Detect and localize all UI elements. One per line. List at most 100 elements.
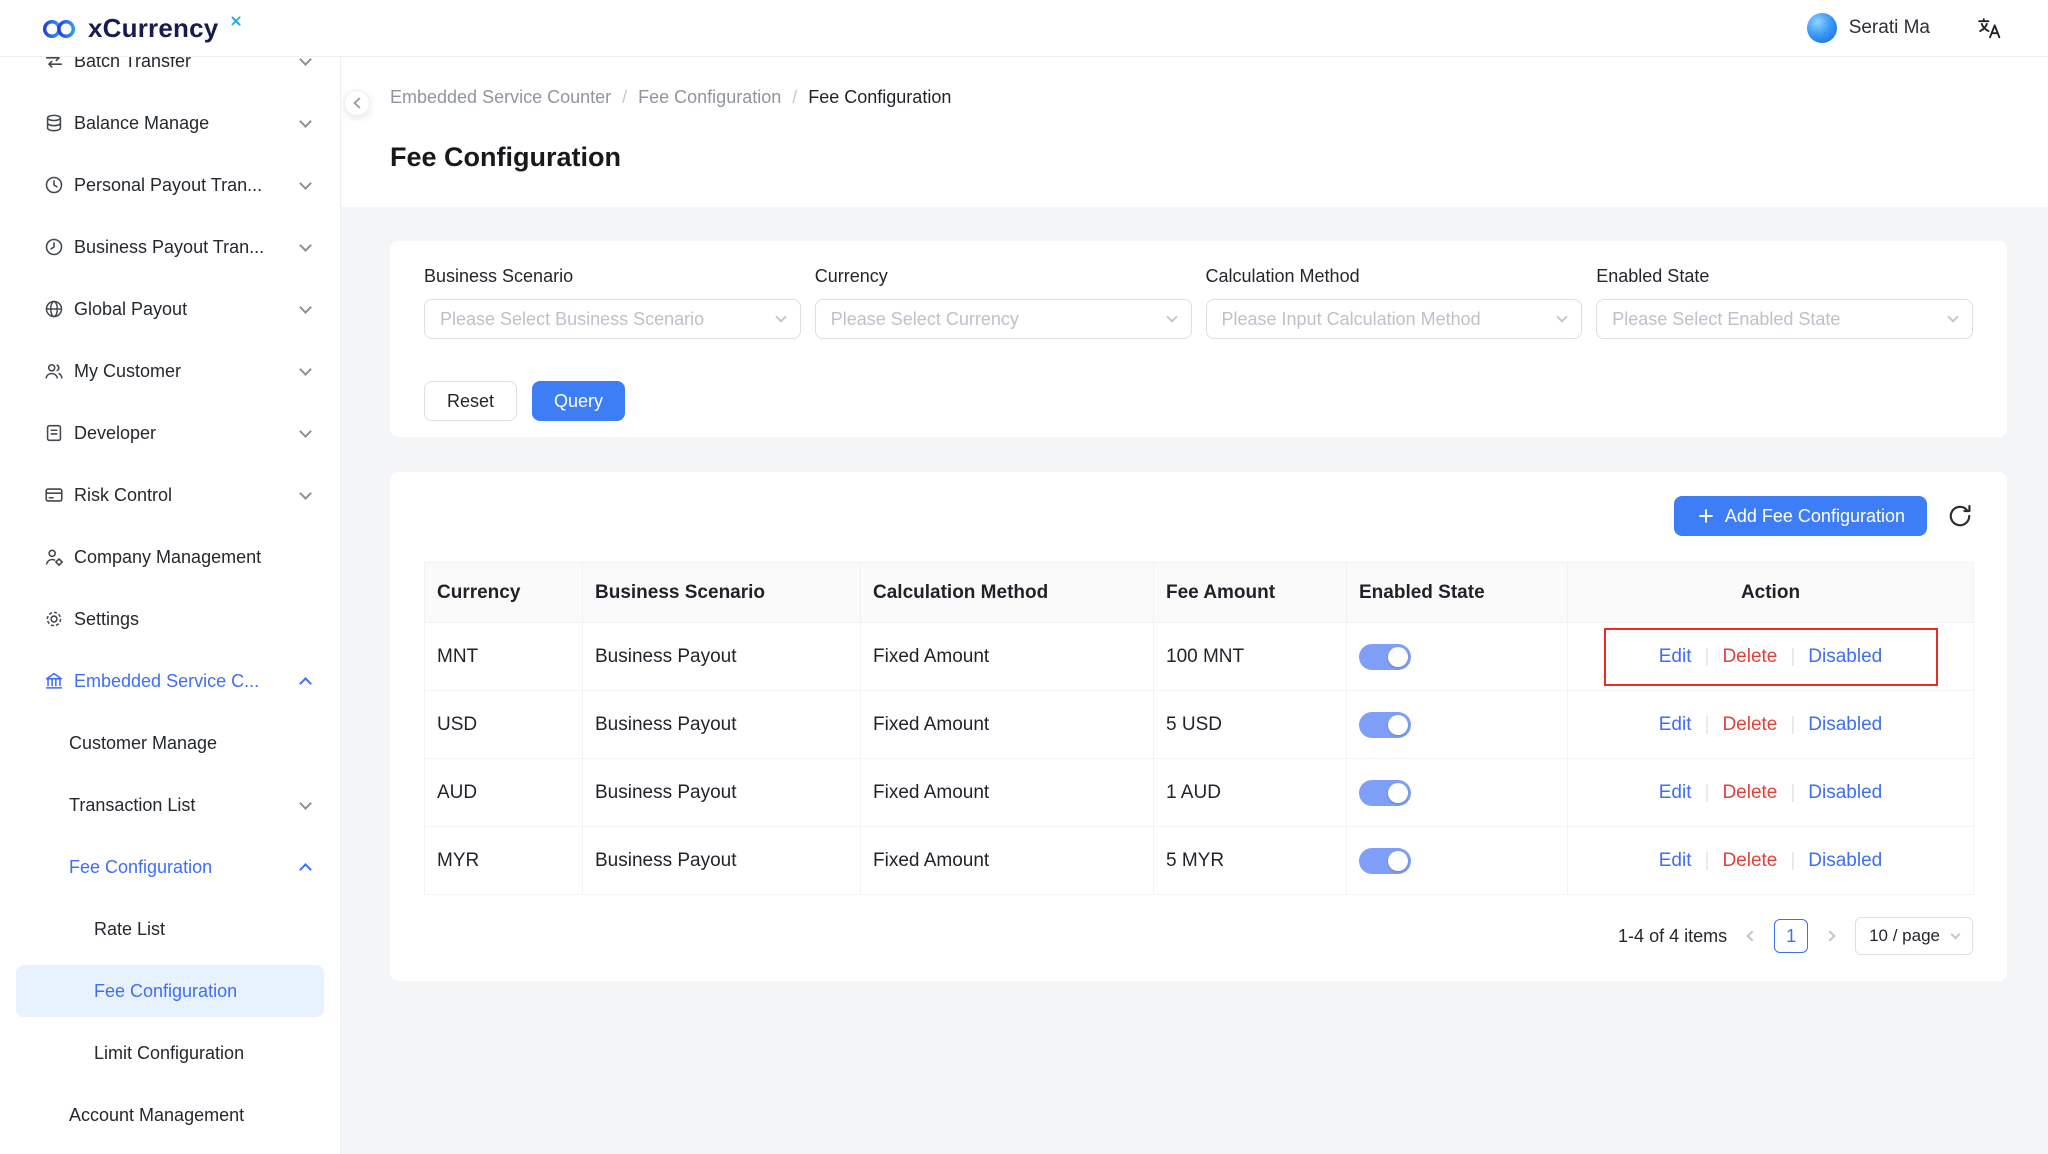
- sidebar-item-label: Developer: [74, 423, 301, 444]
- breadcrumb-separator: /: [622, 87, 627, 108]
- prev-page-button[interactable]: [1743, 932, 1758, 940]
- edit-link[interactable]: Edit: [1659, 646, 1692, 667]
- sidebar-item-label: My Customer: [74, 361, 301, 382]
- infinity-logo-icon: [40, 17, 78, 41]
- column-header-enabled-state: Enabled State: [1347, 563, 1568, 623]
- sidebar-item-label: Account Management: [69, 1105, 310, 1126]
- page-1-button[interactable]: 1: [1774, 919, 1808, 953]
- cell-business-scenario: Business Payout: [583, 691, 861, 759]
- query-button[interactable]: Query: [532, 381, 625, 421]
- sidebar-item-label: Batch Transfer: [74, 57, 301, 72]
- pagination-summary: 1-4 of 4 items: [1618, 926, 1727, 947]
- sidebar-item-business-payout[interactable]: Business Payout Tran...: [16, 221, 324, 273]
- sidebar-item-label: Global Payout: [74, 299, 301, 320]
- table-row: MYR Business Payout Fixed Amount 5 MYR E…: [425, 827, 1974, 895]
- sidebar-item-label: Customer Manage: [69, 733, 310, 754]
- card-icon: [43, 484, 65, 506]
- page-title: Fee Configuration: [390, 142, 2006, 173]
- edit-link[interactable]: Edit: [1659, 850, 1692, 871]
- sidebar-item-fee-configuration[interactable]: Fee Configuration: [16, 965, 324, 1017]
- enabled-state-select[interactable]: Please Select Enabled State: [1596, 299, 1973, 339]
- delete-link[interactable]: Delete: [1722, 646, 1777, 667]
- cell-calculation-method: Fixed Amount: [861, 623, 1154, 691]
- calculation-method-input[interactable]: Please Input Calculation Method: [1206, 299, 1583, 339]
- sidebar-item-label: Business Payout Tran...: [74, 237, 301, 258]
- breadcrumb: Embedded Service Counter / Fee Configura…: [390, 87, 2006, 108]
- sidebar-item-embedded-service-counter[interactable]: Embedded Service C...: [16, 655, 324, 707]
- sidebar-item-settings[interactable]: Settings: [16, 593, 324, 645]
- chevron-down-icon: [1947, 311, 1958, 322]
- filter-panel: Business Scenario Please Select Business…: [390, 241, 2007, 437]
- delete-link[interactable]: Delete: [1722, 782, 1777, 803]
- edit-link[interactable]: Edit: [1659, 782, 1692, 803]
- enabled-toggle[interactable]: [1359, 644, 1411, 670]
- sidebar-item-balance-manage[interactable]: Balance Manage: [16, 97, 324, 149]
- table-panel: Add Fee Configuration Currency Busi: [390, 472, 2007, 981]
- action-separator: |: [1790, 646, 1795, 667]
- cell-business-scenario: Business Payout: [583, 827, 861, 895]
- column-header-business-scenario: Business Scenario: [583, 563, 861, 623]
- chevron-down-icon: [299, 177, 312, 190]
- add-fee-configuration-button[interactable]: Add Fee Configuration: [1674, 496, 1927, 536]
- enabled-toggle[interactable]: [1359, 848, 1411, 874]
- sidebar-item-personal-payout[interactable]: Personal Payout Tran...: [16, 159, 324, 211]
- chevron-down-icon: [299, 363, 312, 376]
- cell-currency: USD: [425, 691, 583, 759]
- disabled-link[interactable]: Disabled: [1808, 782, 1882, 803]
- input-placeholder: Please Input Calculation Method: [1222, 309, 1481, 330]
- sidebar-item-company-management[interactable]: Company Management: [16, 531, 324, 583]
- bank-icon: [43, 670, 65, 692]
- enabled-toggle[interactable]: [1359, 780, 1411, 806]
- plus-icon: [1696, 506, 1716, 526]
- delete-link[interactable]: Delete: [1722, 714, 1777, 735]
- add-button-label: Add Fee Configuration: [1725, 506, 1905, 527]
- sidebar-item-transaction-list[interactable]: Transaction List: [16, 779, 324, 831]
- disabled-link[interactable]: Disabled: [1808, 714, 1882, 735]
- page-size-select[interactable]: 10 / page: [1855, 917, 1973, 955]
- sidebar-item-label: Rate List: [94, 919, 310, 940]
- sidebar-collapse-button[interactable]: [344, 90, 370, 116]
- cell-fee-amount: 5 MYR: [1154, 827, 1347, 895]
- select-placeholder: Please Select Currency: [831, 309, 1019, 330]
- top-bar: xCurrency Serati Ma: [0, 0, 2048, 57]
- sidebar-item-account-management[interactable]: Account Management: [16, 1089, 324, 1141]
- sidebar-item-label: Company Management: [74, 547, 310, 568]
- filter-label: Business Scenario: [424, 266, 801, 287]
- breadcrumb-item[interactable]: Embedded Service Counter: [390, 87, 611, 108]
- sidebar-item-label: Settings: [74, 609, 310, 630]
- cell-currency: MNT: [425, 623, 583, 691]
- sidebar-item-risk-control[interactable]: Risk Control: [16, 469, 324, 521]
- enabled-toggle[interactable]: [1359, 712, 1411, 738]
- user-menu[interactable]: Serati Ma: [1807, 13, 1930, 43]
- next-page-button[interactable]: [1824, 932, 1839, 940]
- disabled-link[interactable]: Disabled: [1808, 850, 1882, 871]
- cell-calculation-method: Fixed Amount: [861, 827, 1154, 895]
- sidebar-item-fee-configuration-group[interactable]: Fee Configuration: [16, 841, 324, 893]
- currency-select[interactable]: Please Select Currency: [815, 299, 1192, 339]
- table-row: AUD Business Payout Fixed Amount 1 AUD E…: [425, 759, 1974, 827]
- chevron-up-icon: [299, 677, 312, 690]
- sidebar-item-developer[interactable]: Developer: [16, 407, 324, 459]
- column-header-calculation-method: Calculation Method: [861, 563, 1154, 623]
- reset-button[interactable]: Reset: [424, 381, 517, 421]
- edit-link[interactable]: Edit: [1659, 714, 1692, 735]
- translate-icon[interactable]: [1976, 13, 2006, 43]
- page-header: Embedded Service Counter / Fee Configura…: [341, 57, 2048, 207]
- pagination: 1-4 of 4 items 1 10 / page: [424, 917, 1973, 955]
- breadcrumb-item[interactable]: Fee Configuration: [638, 87, 781, 108]
- gear-icon: [43, 608, 65, 630]
- business-scenario-select[interactable]: Please Select Business Scenario: [424, 299, 801, 339]
- sidebar-item-global-payout[interactable]: Global Payout: [16, 283, 324, 335]
- sidebar-item-customer-manage[interactable]: Customer Manage: [16, 717, 324, 769]
- chevron-down-icon: [299, 797, 312, 810]
- cell-fee-amount: 5 USD: [1154, 691, 1347, 759]
- sidebar-item-limit-configuration[interactable]: Limit Configuration: [16, 1027, 324, 1079]
- sidebar-item-my-customer[interactable]: My Customer: [16, 345, 324, 397]
- sparkle-icon: [230, 15, 242, 27]
- sidebar-item-rate-list[interactable]: Rate List: [16, 903, 324, 955]
- delete-link[interactable]: Delete: [1722, 850, 1777, 871]
- refresh-icon[interactable]: [1947, 503, 1973, 529]
- chevron-down-icon: [299, 487, 312, 500]
- sidebar-item-batch-transfer[interactable]: Batch Transfer: [16, 57, 324, 87]
- disabled-link[interactable]: Disabled: [1808, 646, 1882, 667]
